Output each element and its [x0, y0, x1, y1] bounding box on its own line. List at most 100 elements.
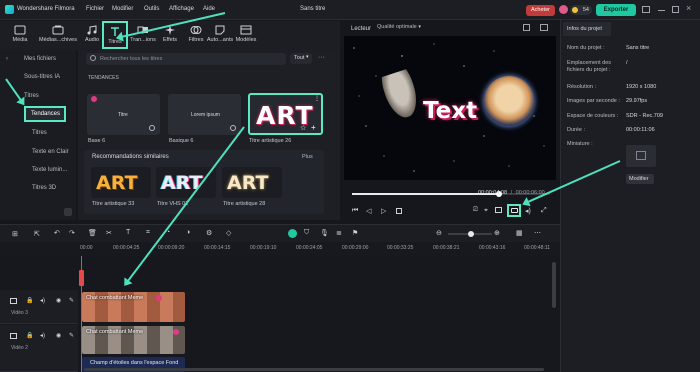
title-card-titre-vhs-01[interactable]: ART — [156, 167, 216, 198]
play-icon[interactable]: ▷ — [381, 207, 390, 216]
layers-icon[interactable]: ≣ — [336, 229, 342, 237]
stop-icon[interactable] — [396, 208, 402, 214]
shield-icon[interactable]: ⛉ — [304, 229, 309, 237]
monitor-icon[interactable] — [495, 207, 502, 213]
playhead-marker[interactable] — [79, 270, 84, 286]
tab-media[interactable]: Média — [5, 21, 35, 49]
menu-aide[interactable]: Aide — [203, 6, 215, 12]
account-avatar[interactable] — [559, 5, 568, 14]
sidebar-item-tendances[interactable]: Tendances — [24, 106, 66, 122]
download-icon[interactable] — [230, 125, 236, 131]
close-icon[interactable]: × — [686, 3, 691, 13]
timeline-more-icon[interactable]: ⋯ — [534, 229, 541, 237]
credits-badge[interactable]: 54 — [570, 5, 592, 15]
frame-back-icon[interactable]: ◁ — [366, 207, 375, 216]
render-preview-icon[interactable]: ⎚ — [473, 207, 482, 216]
search-input[interactable]: Rechercher tous les titres — [86, 53, 286, 65]
star-favorite-icon[interactable]: ☆ — [300, 124, 306, 132]
title-card-titre-artistique-28[interactable]: ART — [222, 167, 282, 198]
zoom-slider[interactable] — [448, 231, 492, 237]
ruler-tick: 00:00:09:20 — [158, 245, 185, 251]
sidebar-item-mes-fichiers[interactable]: Mes fichiers — [24, 56, 56, 62]
download-icon[interactable] — [149, 125, 155, 131]
title-card-titre-artistique-33[interactable]: ART — [91, 167, 151, 198]
sidebar-item-titres-3d[interactable]: Titres 3D — [32, 185, 56, 191]
sidebar-item-texte-lumineux[interactable]: Texte lumin... — [32, 167, 67, 173]
title-card-base-6[interactable]: Titre — [87, 94, 160, 135]
marker-icon[interactable]: ⚑ — [352, 229, 358, 237]
snapshot-toggle-icon[interactable] — [523, 24, 530, 31]
menu-fichier[interactable]: Fichier — [86, 6, 104, 12]
modify-thumbnail-button[interactable]: Modifier — [626, 174, 654, 184]
window-layout-icon[interactable] — [642, 6, 650, 13]
mic-icon[interactable]: 🎙 — [320, 229, 329, 237]
more-link[interactable]: Plus — [302, 154, 313, 160]
zoom-in-icon[interactable]: ⊕ — [494, 229, 500, 237]
keyframe-icon[interactable]: ◇ — [226, 229, 231, 237]
timeline-horizontal-scrollbar[interactable] — [84, 368, 544, 371]
effect-icon[interactable]: ✎ — [69, 332, 74, 339]
redo-icon[interactable]: ↷ — [69, 229, 75, 237]
eye-icon[interactable]: ◉ — [56, 297, 61, 304]
buy-button[interactable]: Acheter — [526, 5, 555, 16]
eye-icon[interactable]: ◉ — [56, 332, 61, 339]
timeline-grid-icon[interactable]: ▦ — [516, 229, 523, 237]
minimize-icon[interactable] — [658, 10, 665, 11]
lock-icon[interactable]: 🔒 — [26, 297, 33, 304]
filter-dropdown[interactable]: Tout ▾ — [290, 53, 312, 64]
clip-cat-meme-track-3[interactable]: Chat combattant Meme — [82, 292, 185, 322]
thumbnail-preview[interactable] — [626, 145, 656, 167]
lock-icon[interactable]: 🔒 — [26, 332, 33, 339]
title-card-basique-6[interactable]: Lorem ipsum — [168, 94, 241, 135]
zoom-out-icon[interactable]: ⊖ — [436, 229, 442, 237]
camera-icon — [511, 208, 518, 213]
step-back-icon[interactable]: ⏮ — [352, 207, 361, 216]
tab-modeles[interactable]: Modèles — [231, 21, 261, 49]
menu-modifier[interactable]: Modifier — [112, 6, 133, 12]
kebab-menu-icon[interactable]: ⋮ — [314, 95, 320, 102]
tab-stock-media[interactable]: Médias...chives — [38, 21, 78, 49]
crop-tool-icon[interactable]: ⌗ — [146, 229, 150, 237]
collapse-chevron-icon[interactable]: ‹ — [6, 56, 8, 62]
undo-icon[interactable]: ↶ — [54, 229, 60, 237]
overlay-title-text[interactable]: Text — [423, 98, 477, 124]
ruler-tick: 00:00:24:05 — [296, 245, 323, 251]
clip-cat-meme-track-2[interactable]: Chat combattant Meme — [82, 326, 185, 354]
zoom-slider-handle[interactable] — [468, 231, 474, 237]
audio-icon[interactable]: ◂) — [40, 297, 45, 304]
snapshot-camera-button[interactable] — [507, 204, 521, 217]
crop-icon[interactable]: ⌖ — [484, 207, 493, 216]
color-icon[interactable]: ◑ — [186, 229, 190, 236]
select-icon[interactable]: ⇱ — [34, 230, 40, 238]
effect-icon[interactable]: ✎ — [69, 297, 74, 304]
more-options-icon[interactable]: ··· — [318, 54, 325, 61]
sidebar-item-sous-titres-ia[interactable]: Sous-titres IA — [24, 74, 60, 80]
sidebar-item-titres-group[interactable]: Titres — [24, 93, 39, 99]
ruler-tick: 00:00:38:21 — [433, 245, 460, 251]
ai-tool-icon[interactable]: ⚙ — [206, 229, 212, 237]
title-card-titre-artistique-26[interactable]: ART ☆ + ⋮ — [248, 93, 323, 135]
tab-project-info[interactable]: Infos du projet — [563, 22, 611, 36]
text-tool-icon[interactable]: T — [126, 229, 130, 236]
image-preview-icon[interactable] — [540, 24, 548, 31]
quality-dropdown[interactable]: Qualité optimale ▾ — [377, 24, 431, 34]
split-icon[interactable]: ✂ — [106, 229, 112, 237]
audio-icon[interactable]: ◂) — [40, 332, 45, 339]
current-time: 00:00:04:08 — [478, 190, 508, 196]
fullscreen-icon[interactable]: ⤢ — [541, 207, 550, 216]
sidebar-item-texte-en-clair[interactable]: Texte en Clair — [32, 149, 69, 155]
export-button[interactable]: Exporter — [596, 4, 636, 16]
volume-icon[interactable]: ◂) — [525, 207, 534, 216]
delete-icon[interactable]: 🗑 — [88, 229, 97, 237]
grid-icon[interactable]: ⊞ — [12, 230, 18, 238]
timeline-scrollbar[interactable] — [552, 262, 556, 308]
menu-outils[interactable]: Outils — [144, 6, 159, 12]
add-to-timeline-icon[interactable]: + — [311, 123, 316, 132]
maximize-icon[interactable] — [672, 6, 679, 13]
preview-canvas[interactable]: Text — [344, 36, 556, 180]
render-toggle-icon[interactable] — [288, 229, 297, 238]
menu-affichage[interactable]: Affichage — [169, 6, 194, 12]
favorite-heart-icon[interactable] — [91, 96, 97, 102]
sidebar-collapse-button[interactable] — [64, 208, 72, 216]
sidebar-item-titres[interactable]: Titres — [32, 130, 47, 136]
